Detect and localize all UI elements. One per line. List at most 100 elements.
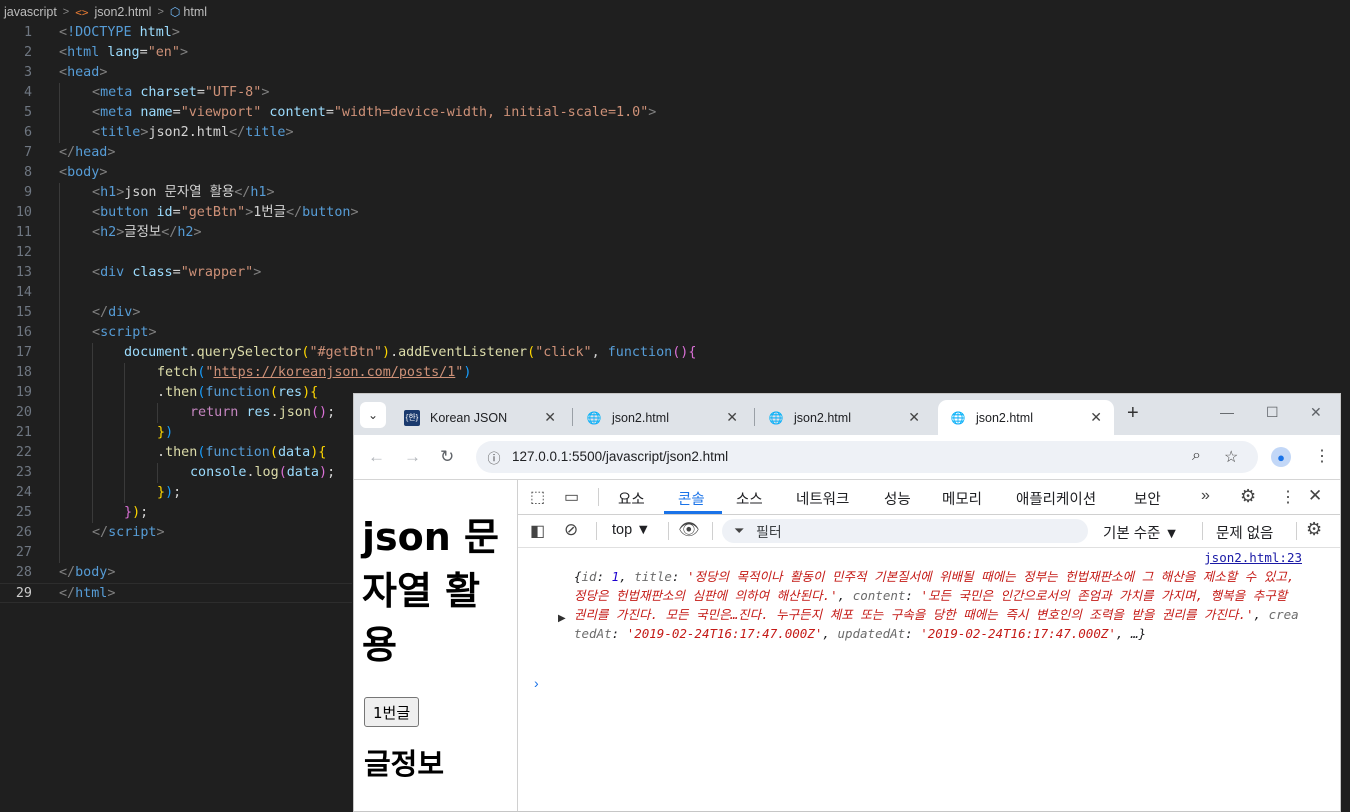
token: body [75, 565, 108, 580]
expand-triangle-icon[interactable]: ▶ [558, 613, 566, 624]
token: 글정보 [124, 225, 162, 240]
token[interactable]: https://koreanjson.com/posts/1 [213, 365, 455, 380]
devtools-tab-application[interactable]: 애플리케이션 [1016, 488, 1096, 509]
web-page: json 문자열 활용 1번글 글정보 [354, 480, 518, 811]
line-number: 12 [15, 245, 32, 260]
line-number: 9 [23, 185, 32, 200]
more-tabs-icon[interactable]: » [1201, 487, 1210, 505]
get-post-button[interactable]: 1번글 [364, 697, 420, 727]
breadcrumb-symbol[interactable]: html [183, 5, 207, 19]
tab-title: json2.html [976, 410, 1033, 425]
devtools-tab-performance[interactable]: 성능 [884, 488, 911, 509]
close-devtools-icon[interactable]: ✕ [1308, 486, 1322, 506]
inspect-element-icon[interactable]: ⬚ [530, 487, 545, 507]
more-vert-icon[interactable]: ⋮ [1314, 446, 1330, 466]
tab-json2-1[interactable]: 🌐 json2.html ✕ [574, 400, 750, 435]
token: document [124, 345, 189, 360]
code-line: 1 <!DOCTYPE html> [0, 23, 352, 43]
code-line: 26 </script> [0, 523, 352, 543]
forward-icon[interactable]: → [404, 447, 421, 467]
token: content [269, 105, 326, 120]
breadcrumb-file[interactable]: json2.html [94, 5, 151, 19]
eye-icon[interactable]: 👁 [678, 520, 700, 540]
token: div [100, 265, 125, 280]
globe-icon: 🌐 [768, 410, 784, 425]
token: fetch [157, 365, 198, 380]
settings-gear-icon[interactable]: ⚙ [1240, 486, 1256, 507]
log-source-link[interactable]: json2.html:23 [1204, 550, 1302, 565]
code-line-current: 29 </html> [0, 583, 352, 603]
line-number: 14 [15, 285, 32, 300]
zoom-icon[interactable]: ⌕ [1192, 447, 1201, 465]
line-number: 23 [15, 465, 32, 480]
token: script [108, 525, 157, 540]
code-line: 22 .then(function(data){ [0, 443, 352, 463]
close-icon[interactable]: ✕ [544, 409, 556, 426]
line-number: 4 [23, 85, 32, 100]
devtools-tab-console[interactable]: 콘솔 [678, 488, 705, 509]
token: "UTF-8" [204, 85, 262, 100]
bookmark-star-icon[interactable]: ☆ [1224, 447, 1238, 467]
log-level-dropdown[interactable]: 기본 수준 ▼ [1103, 522, 1179, 543]
tab-search-button[interactable]: ⌄ [360, 402, 386, 428]
devtools-tab-network[interactable]: 네트워크 [796, 488, 849, 509]
line-number: 13 [15, 265, 32, 280]
breadcrumb-folder[interactable]: javascript [4, 5, 57, 19]
token: title [100, 125, 141, 140]
token: res [246, 405, 271, 420]
close-icon[interactable]: ✕ [1090, 409, 1102, 426]
context-selector[interactable]: top ▼ [612, 522, 651, 538]
token: head [67, 65, 100, 80]
tab-title: Korean JSON [430, 410, 508, 425]
back-icon[interactable]: ← [368, 447, 385, 467]
address-bar[interactable]: ⓘ 127.0.0.1:5500/javascript/json2.html ⌕… [476, 441, 1258, 473]
token: "click" [535, 345, 592, 360]
token: id [156, 205, 173, 220]
devtools-tab-elements[interactable]: 요소 [618, 488, 645, 509]
console-output[interactable]: json2.html:23 ▶ {id: 1, title: '정당의 목적이나… [518, 548, 1340, 811]
reload-icon[interactable]: ↻ [440, 447, 454, 467]
more-vert-icon[interactable]: ⋮ [1280, 487, 1296, 507]
console-filter-input[interactable]: ⏷ 필터 [722, 519, 1088, 543]
line-number: 21 [15, 425, 32, 440]
tab-json2-active[interactable]: 🌐 json2.html ✕ [938, 400, 1114, 435]
close-icon[interactable]: ✕ [726, 409, 738, 426]
token: addEventListener [398, 345, 528, 360]
token: name [140, 105, 173, 120]
console-settings-icon[interactable]: ⚙ [1306, 519, 1322, 540]
devtools-tab-sources[interactable]: 소스 [736, 488, 763, 509]
person-icon: ● [1277, 450, 1285, 465]
clear-console-icon[interactable]: ⊘ [564, 520, 578, 540]
code-line: 20 return res.json(); [0, 403, 352, 423]
token: log [254, 465, 279, 480]
sidebar-toggle-icon[interactable]: ◧ [530, 521, 545, 541]
new-tab-button[interactable]: + [1127, 402, 1139, 425]
tab-korean-json[interactable]: {한} Korean JSON ✕ [392, 400, 568, 435]
tab-json2-2[interactable]: 🌐 json2.html ✕ [756, 400, 932, 435]
url-text[interactable]: 127.0.0.1:5500/javascript/json2.html [512, 449, 728, 464]
console-log-object[interactable]: {id: 1, title: '정당의 목적이나 활동이 민주적 기본질서에 위… [574, 567, 1304, 643]
line-number: 22 [15, 445, 32, 460]
token: h1 [100, 185, 117, 200]
active-tab-indicator [664, 511, 722, 514]
line-number: 19 [15, 385, 32, 400]
devtools-tab-memory[interactable]: 메모리 [942, 488, 982, 509]
token: "en" [147, 45, 180, 60]
code-line: 16 <script> [0, 323, 352, 343]
code-area[interactable]: 1 <!DOCTYPE html> 2 <html lang="en"> 3 <hea… [0, 23, 696, 603]
maximize-icon[interactable]: ☐ [1266, 404, 1279, 421]
profile-avatar[interactable]: ● [1271, 447, 1291, 467]
devtools-tab-security[interactable]: 보안 [1134, 488, 1161, 509]
token: return [190, 405, 239, 420]
issues-counter[interactable]: 문제 없음 [1216, 522, 1273, 543]
code-line: 19 .then(function(res){ [0, 383, 352, 403]
device-toolbar-icon[interactable]: ▭ [564, 487, 579, 507]
site-info-icon[interactable]: ⓘ [484, 447, 504, 467]
window-close-icon[interactable]: ✕ [1310, 404, 1322, 421]
console-prompt-icon[interactable]: › [534, 675, 539, 691]
close-icon[interactable]: ✕ [908, 409, 920, 426]
minimize-icon[interactable]: — [1220, 404, 1234, 420]
line-number: 7 [23, 145, 32, 160]
code-line: 25}); [0, 503, 352, 523]
chevron-right-icon: > [62, 6, 70, 18]
